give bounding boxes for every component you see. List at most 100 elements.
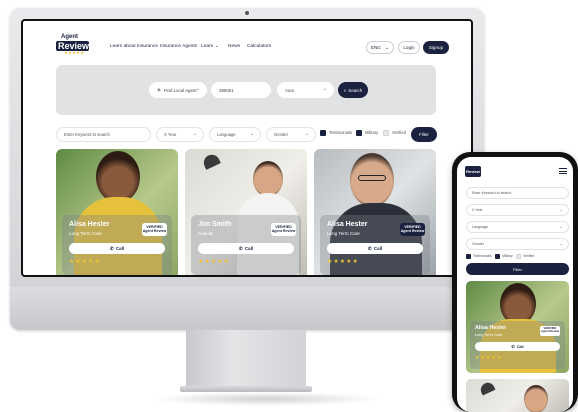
login-button[interactable]: Login bbox=[398, 41, 420, 54]
chevron-down-icon: ⌄ bbox=[192, 131, 197, 137]
insurance-type-select[interactable]: Auto ⌄ bbox=[277, 82, 334, 98]
mobile-call-button[interactable]: ✆ Call bbox=[475, 342, 560, 351]
monitor-stand bbox=[186, 330, 306, 388]
mobile-gender-select[interactable]: Gender ⌄ bbox=[466, 238, 569, 250]
nav-learn-about-insurance[interactable]: Learn about Insurance bbox=[110, 44, 158, 49]
search-button[interactable]: ⌕ Search bbox=[338, 82, 368, 98]
location-pin-icon: ◉ bbox=[157, 87, 161, 92]
mobile-language-select[interactable]: Language ⌄ bbox=[466, 221, 569, 233]
zip-input[interactable]: 380001 bbox=[211, 82, 271, 98]
nav-calculators[interactable]: Calculators bbox=[247, 44, 271, 49]
mobile-agent-name: Alisa Hester bbox=[475, 325, 507, 331]
call-button[interactable]: ✆ Call bbox=[198, 243, 294, 254]
hamburger-menu-icon[interactable] bbox=[559, 168, 567, 174]
site-header: Agent Review ★★★★★ Learn about Insurance… bbox=[23, 21, 471, 61]
verified-badge-line2: Agent Review bbox=[142, 229, 167, 234]
mobile-language-label: Language bbox=[472, 225, 488, 229]
agent-photo-head bbox=[96, 151, 140, 203]
keyword-placeholder: Enter Keyword to search bbox=[64, 132, 110, 137]
mobile-keyword-input[interactable]: Enter Keyword to search bbox=[466, 187, 569, 199]
mobile-phone: Review Enter Keyword to search X Year ⌄ … bbox=[452, 152, 578, 412]
mobile-rating-stars: ★★★★★ bbox=[475, 355, 503, 361]
verified-label: Verified bbox=[392, 130, 406, 135]
year-select[interactable]: X Year ⌄ bbox=[156, 127, 204, 142]
verified-checkbox[interactable] bbox=[383, 130, 389, 136]
agent-card[interactable]: Alisa Hester Long Term Care VERIFIED Agen… bbox=[56, 149, 178, 275]
agent-name: Alisa Hester bbox=[327, 221, 368, 228]
mobile-agent-card-partial[interactable] bbox=[466, 379, 569, 412]
logo-stars: ★★★★★ bbox=[64, 50, 85, 55]
agent-photo-head bbox=[524, 385, 548, 412]
floor-shadow bbox=[150, 392, 380, 406]
mobile-keyword-placeholder: Enter Keyword to search bbox=[472, 191, 512, 195]
verified-badge: VERIFIED Agent Review bbox=[271, 223, 296, 236]
agent-card[interactable]: Alisa Hester Long Term Care VERIFIED Agen… bbox=[314, 149, 436, 275]
zip-value: 380001 bbox=[219, 87, 234, 93]
chevron-down-icon: ⌄ bbox=[559, 241, 563, 246]
desktop-screen: Agent Review ★★★★★ Learn about Insurance… bbox=[23, 21, 471, 275]
military-label: Military bbox=[365, 130, 379, 135]
search-banner: ◉ Find Local Agent ⌄ 380001 Auto ⌄ ⌕ Sea… bbox=[56, 65, 436, 115]
mobile-logo[interactable]: Review bbox=[465, 166, 481, 177]
filter-button[interactable]: Filter bbox=[411, 127, 437, 142]
agent-photo-head bbox=[253, 161, 283, 197]
military-checkbox[interactable] bbox=[356, 130, 362, 136]
agent-card[interactable]: Jim Smith Annuity VERIFIED Agent Review ✆… bbox=[185, 149, 307, 275]
phone-icon: ✆ bbox=[367, 245, 372, 251]
gender-label: Gender bbox=[274, 132, 288, 137]
chevron-down-icon: ⌄ bbox=[384, 44, 390, 51]
nav-insurance-agents[interactable]: Insurance Agents bbox=[160, 44, 197, 49]
mobile-screen: Review Enter Keyword to search X Year ⌄ … bbox=[457, 157, 573, 412]
testimonials-checkbox[interactable] bbox=[320, 130, 326, 136]
desk-lamp-icon bbox=[478, 380, 496, 396]
call-label: Call bbox=[115, 246, 125, 251]
mobile-military-checkbox[interactable] bbox=[495, 254, 500, 259]
search-button-label: Search bbox=[348, 87, 363, 93]
mobile-call-label: Call bbox=[516, 344, 524, 349]
mobile-gender-label: Gender bbox=[472, 242, 484, 246]
agent-name: Alisa Hester bbox=[69, 221, 110, 228]
mobile-logo-text: Review bbox=[466, 169, 480, 174]
mobile-filter-button[interactable]: Filter bbox=[466, 263, 569, 275]
camera-dot bbox=[245, 11, 249, 15]
nav-news[interactable]: News bbox=[228, 44, 240, 49]
mobile-military-label: Military bbox=[502, 254, 513, 258]
year-label: X Year bbox=[164, 132, 177, 137]
mobile-agent-card[interactable]: Alisa Hester Long Term Care VERIFIED Agen… bbox=[466, 281, 569, 373]
chevron-down-icon: ⌄ bbox=[322, 86, 327, 92]
verified-badge-line2: Agent Review bbox=[540, 329, 560, 334]
call-button[interactable]: ✆ Call bbox=[69, 243, 165, 254]
call-button[interactable]: ✆ Call bbox=[327, 243, 423, 254]
chevron-down-icon: ⌄ bbox=[559, 224, 563, 229]
monitor-bezel: Agent Review ★★★★★ Learn about Insurance… bbox=[21, 19, 473, 277]
nav-learn[interactable]: Learn ⌄ bbox=[201, 44, 219, 49]
logo-text-top: Agent bbox=[61, 34, 78, 40]
find-agent-select[interactable]: ◉ Find Local Agent ⌄ bbox=[149, 82, 207, 98]
phone-icon: ✆ bbox=[238, 245, 243, 251]
agent-review-logo[interactable]: Agent Review ★★★★★ bbox=[56, 34, 89, 56]
phone-icon: ✆ bbox=[109, 245, 114, 251]
rating-stars: ★★★★★ bbox=[327, 259, 359, 265]
search-icon: ⌕ bbox=[343, 87, 347, 93]
language-filter-label: Language bbox=[217, 132, 236, 137]
verified-badge: VERIFIED Agent Review bbox=[142, 223, 167, 236]
testimonials-label: Testimonials bbox=[329, 130, 353, 135]
gender-select[interactable]: Gender ⌄ bbox=[266, 127, 316, 142]
call-label: Call bbox=[244, 246, 254, 251]
monitor-stand-base bbox=[180, 386, 312, 392]
mobile-agent-specialty: Long Term Care bbox=[475, 333, 503, 337]
insurance-type-label: Auto bbox=[285, 87, 295, 93]
mobile-verified-checkbox[interactable] bbox=[516, 254, 521, 259]
language-select[interactable]: ENG ⌄ bbox=[366, 41, 394, 54]
chevron-down-icon: ⌄ bbox=[304, 131, 309, 137]
mobile-testimonials-checkbox[interactable] bbox=[466, 254, 471, 259]
keyword-search-input[interactable]: Enter Keyword to search bbox=[56, 127, 151, 142]
signup-button[interactable]: Signup bbox=[423, 41, 449, 54]
eyeglasses-icon bbox=[358, 175, 386, 181]
language-filter-select[interactable]: Language ⌄ bbox=[209, 127, 261, 142]
rating-stars: ★★★★★ bbox=[69, 259, 101, 265]
mobile-year-select[interactable]: X Year ⌄ bbox=[466, 204, 569, 216]
phone-icon: ✆ bbox=[511, 345, 515, 349]
mobile-year-label: X Year bbox=[472, 208, 483, 212]
chevron-down-icon: ⌄ bbox=[195, 86, 200, 92]
